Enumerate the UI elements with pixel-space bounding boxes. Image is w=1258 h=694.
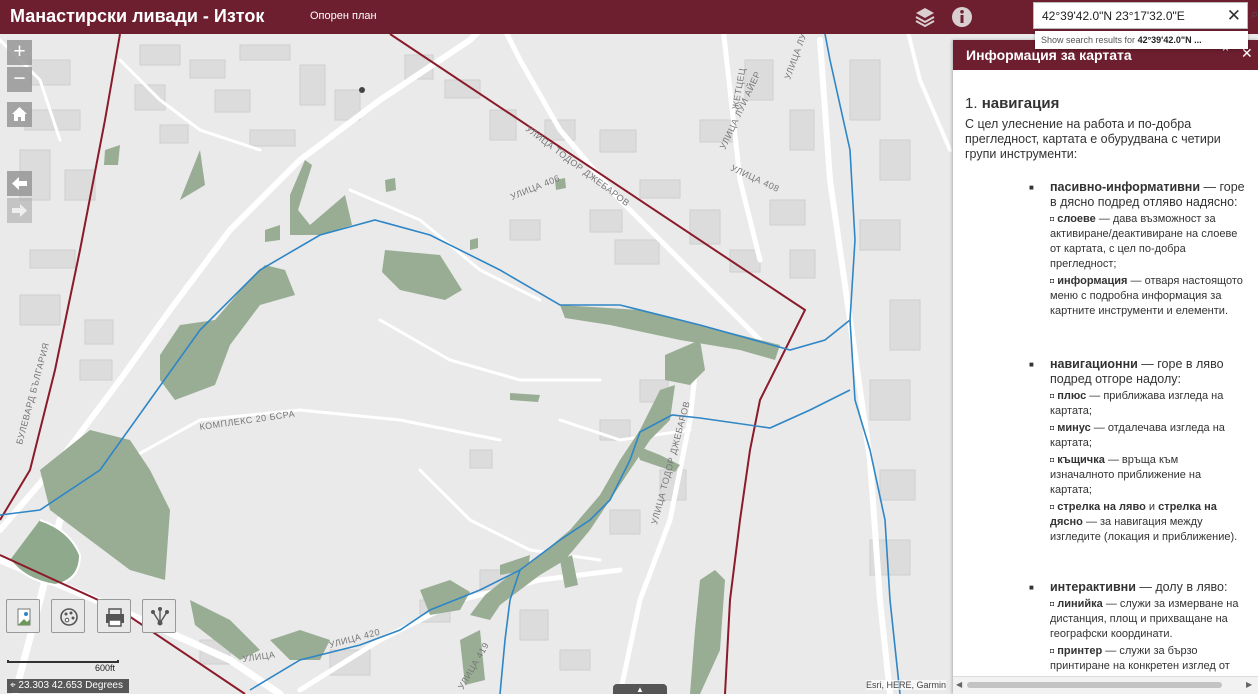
search-input[interactable] xyxy=(1042,6,1212,26)
item-name: принтер xyxy=(1057,645,1103,657)
panel-horizontal-scrollbar[interactable]: ◀ ▶ xyxy=(953,676,1258,694)
group-passive: пасивно-информативни — горе в дясно подр… xyxy=(1025,180,1245,319)
clear-search-icon[interactable]: ✕ xyxy=(1227,5,1241,27)
bullet-icon: ◘ xyxy=(1050,457,1055,464)
arrow-left-icon xyxy=(12,177,27,190)
share-button[interactable] xyxy=(142,599,176,633)
section-heading: 1. навигация xyxy=(965,95,1059,112)
bullet-icon: ◘ xyxy=(1050,278,1055,285)
section-number: 1. xyxy=(965,95,978,112)
group-item: ◘ слоеве — дава възможност за активиране/… xyxy=(1025,212,1245,272)
info-icon[interactable] xyxy=(950,5,974,29)
measure-button[interactable] xyxy=(6,599,40,633)
group-name: интерактивни xyxy=(1050,580,1136,594)
share-icon xyxy=(151,607,169,626)
suggestion-prefix: Show search results for xyxy=(1041,35,1136,45)
palette-icon xyxy=(60,608,78,626)
home-button[interactable] xyxy=(7,102,32,127)
group-name: навигационни xyxy=(1050,357,1138,371)
map-attribution: Esri, HERE, Garmin xyxy=(866,680,947,690)
item-name: стрелка на ляво xyxy=(1057,501,1146,513)
group-item: ◘ къщичка — връща към изначалното приближ… xyxy=(1025,453,1245,498)
print-button[interactable] xyxy=(97,599,131,633)
zoom-in-button[interactable]: + xyxy=(7,40,32,65)
previous-extent-button[interactable] xyxy=(7,171,32,196)
group-item: ◘ линийка — служи за измерване на дистанц… xyxy=(1025,597,1245,642)
group-navigation: навигационни — горе в ляво подред отгоре… xyxy=(1025,357,1245,545)
group-item: ◘ плюс — приближава изгледа на картата; xyxy=(1025,389,1245,419)
arrow-right-icon xyxy=(12,204,27,217)
scroll-right-icon[interactable]: ▶ xyxy=(1246,680,1252,689)
info-panel-body: 1. навигация С цел улеснение на работа и… xyxy=(953,70,1258,688)
coordinate-text: 23.303 42.653 Degrees xyxy=(18,680,123,691)
bullet-icon: ◘ xyxy=(1050,216,1055,223)
scroll-left-icon[interactable]: ◀ xyxy=(956,680,962,689)
section-title: навигация xyxy=(981,95,1060,112)
group-desc: — долу в ляво: xyxy=(1135,580,1228,594)
search-box: ✕ xyxy=(1033,2,1248,29)
group-item: ◘ минус — отдалечава изгледа на картата; xyxy=(1025,421,1245,451)
ruler-icon xyxy=(17,608,31,626)
bullet-icon: ◘ xyxy=(1050,393,1055,400)
map-point-marker[interactable] xyxy=(359,87,365,93)
printer-icon xyxy=(106,608,124,627)
group-item: ◘ информация — отваря настоящото меню с п… xyxy=(1025,274,1245,319)
suggestion-value: 42°39'42.0"N ... xyxy=(1137,35,1202,45)
basemap-button[interactable] xyxy=(51,599,85,633)
group-item: ◘ стрелка на ляво и стрелка на дясно — за… xyxy=(1025,500,1245,545)
layers-icon[interactable] xyxy=(913,5,937,29)
item-name: линийка xyxy=(1057,598,1103,610)
info-panel-title: Информация за картата xyxy=(966,47,1132,63)
group-name: пасивно-информативни xyxy=(1050,180,1201,194)
group-heading: пасивно-информативни — горе в дясно подр… xyxy=(1025,180,1245,210)
bullet-icon: ◘ xyxy=(1050,425,1055,432)
search-suggestion[interactable]: Show search results for 42°39'42.0"N ... xyxy=(1035,31,1248,49)
app-subtitle: Опорен план xyxy=(310,10,377,22)
bullet-icon: ◘ xyxy=(1050,504,1055,511)
zoom-out-button[interactable]: − xyxy=(7,67,32,92)
info-panel: Информация за картата ⌃ ✕ 1. навигация С… xyxy=(953,40,1258,694)
item-name: информация xyxy=(1057,275,1128,287)
coordinate-readout[interactable]: ⌖ 23.303 42.653 Degrees xyxy=(7,679,129,693)
item-name: къщичка xyxy=(1057,454,1105,466)
group-item: ◘ принтер — служи за бързо принтиране на … xyxy=(1025,644,1245,674)
bullet-icon: ◘ xyxy=(1050,648,1055,655)
next-extent-button[interactable] xyxy=(7,198,32,223)
search-icon[interactable]: ⌕ xyxy=(1251,6,1258,22)
group-heading: интерактивни — долу в ляво: xyxy=(1025,580,1245,595)
map-app: БУЛЕВАРД БЪЛГАРИЯ УЛИЦА ТОДОР ДЖЕБАРОВ Ж… xyxy=(0,0,1258,694)
group-interactive: интерактивни — долу в ляво: ◘линийка — с… xyxy=(1025,580,1245,674)
section-intro: С цел улеснение на работа и по-добра пре… xyxy=(965,117,1221,161)
group-heading: навигационни — горе в ляво подред отгоре… xyxy=(1025,357,1245,387)
item-name: минус xyxy=(1057,422,1091,434)
scrollbar-thumb[interactable] xyxy=(967,682,1222,688)
bullet-icon: ◘ xyxy=(1050,601,1055,608)
home-icon xyxy=(12,107,27,121)
app-title: Манастирски ливади - Изток xyxy=(10,6,265,26)
item-name: плюс xyxy=(1057,390,1087,402)
item-name: слоеве xyxy=(1057,213,1096,225)
scale-label: 600ft xyxy=(95,663,116,673)
bottom-panel-handle[interactable]: ▲ xyxy=(613,684,667,694)
item-joiner: и xyxy=(1145,501,1159,513)
